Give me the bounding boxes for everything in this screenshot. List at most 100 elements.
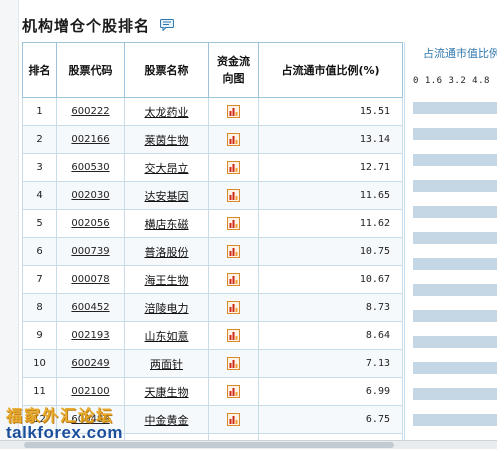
header-flow-chart[interactable]: 资金流 向图 xyxy=(208,42,259,98)
stock-code-cell: 002193 xyxy=(56,321,125,350)
stock-code-link[interactable]: 002193 xyxy=(71,330,109,341)
rank-cell: 7 xyxy=(22,265,57,294)
stock-code-link[interactable]: 002056 xyxy=(71,218,109,229)
stock-name-cell: 太龙药业 xyxy=(124,97,209,126)
mini-bar-chart-icon[interactable] xyxy=(227,189,240,202)
stock-code-link[interactable]: 600530 xyxy=(71,162,109,173)
mini-bar-chart-icon[interactable] xyxy=(227,217,240,230)
mini-bar-chart-icon[interactable] xyxy=(227,273,240,286)
mini-bar-chart-icon[interactable] xyxy=(227,385,240,398)
ratio-cell: 15.51 xyxy=(258,97,403,126)
stock-code-link[interactable]: 002100 xyxy=(71,386,109,397)
header-rank[interactable]: 排名 xyxy=(22,42,57,98)
side-chart-bar xyxy=(413,414,497,426)
stock-code-cell: 000078 xyxy=(56,265,125,294)
stock-code-link[interactable]: 000739 xyxy=(71,246,109,257)
rank-cell: 12 xyxy=(22,405,57,434)
table-row: 8 600452 涪陵电力 8.73 xyxy=(22,293,403,322)
side-chart-bar xyxy=(413,206,497,218)
table-row: 5 002056 横店东磁 11.62 xyxy=(22,209,403,238)
flow-chart-cell xyxy=(208,181,259,210)
mini-bar-chart-icon[interactable] xyxy=(227,357,240,370)
side-chart-scale: 0 1.6 3.2 4.8 xyxy=(413,76,490,86)
stock-code-cell: 600222 xyxy=(56,97,125,126)
header-flow-line1: 资金流 xyxy=(217,55,250,68)
stock-name-link[interactable]: 天康生物 xyxy=(145,386,189,399)
stock-name-link[interactable]: 莱茵生物 xyxy=(145,134,189,147)
stock-name-link[interactable]: 太龙药业 xyxy=(145,106,189,119)
horizontal-scrollbar[interactable] xyxy=(0,440,497,449)
side-chart-bar xyxy=(413,362,497,374)
stock-name-link[interactable]: 海王生物 xyxy=(145,274,189,287)
mini-bar-chart-icon[interactable] xyxy=(227,133,240,146)
ratio-cell: 10.67 xyxy=(258,265,403,294)
stock-code-cell: 002030 xyxy=(56,181,125,210)
table-row: 11 002100 天康生物 6.99 xyxy=(22,377,403,406)
header-flow-line2: 向图 xyxy=(222,72,245,85)
flow-chart-cell xyxy=(208,265,259,294)
stock-name-link[interactable]: 涪陵电力 xyxy=(145,302,189,315)
side-chart-bar xyxy=(413,336,497,348)
stock-name-link[interactable]: 山东如意 xyxy=(145,330,189,343)
rank-cell: 2 xyxy=(22,125,57,154)
ratio-cell: 6.99 xyxy=(258,377,403,406)
ratio-cell: 13.14 xyxy=(258,125,403,154)
stock-code-cell: 600249 xyxy=(56,349,125,378)
rank-cell: 6 xyxy=(22,237,57,266)
side-chart-bar xyxy=(413,258,497,270)
table-row: 2 002166 莱茵生物 13.14 xyxy=(22,125,403,154)
flow-chart-cell xyxy=(208,293,259,322)
mini-bar-chart-icon[interactable] xyxy=(227,161,240,174)
stock-name-link[interactable]: 交大昂立 xyxy=(145,162,189,175)
stock-name-cell: 普洛股份 xyxy=(124,237,209,266)
stock-name-link[interactable]: 中金黄金 xyxy=(145,414,189,427)
stock-name-cell: 两面针 xyxy=(124,349,209,378)
ratio-cell: 11.62 xyxy=(258,209,403,238)
rank-cell: 9 xyxy=(22,321,57,350)
mini-bar-chart-icon[interactable] xyxy=(227,105,240,118)
page: 机构增仓个股排名 排名 股票代码 股票名称 资金流 向图 占流通市值比例(%) … xyxy=(0,0,497,449)
ranking-table: 排名 股票代码 股票名称 资金流 向图 占流通市值比例(%) 1 600222 太龙… xyxy=(22,42,403,449)
stock-code-link[interactable]: 600489 xyxy=(71,414,109,425)
comment-icon[interactable] xyxy=(160,19,175,31)
stock-name-link[interactable]: 两面针 xyxy=(150,358,183,371)
ratio-cell: 11.65 xyxy=(258,181,403,210)
mini-bar-chart-icon[interactable] xyxy=(227,245,240,258)
flow-chart-cell xyxy=(208,349,259,378)
scrollbar-thumb[interactable] xyxy=(24,442,394,448)
mini-bar-chart-icon[interactable] xyxy=(227,329,240,342)
table-row: 4 002030 达安基因 11.65 xyxy=(22,181,403,210)
ratio-cell: 8.64 xyxy=(258,321,403,350)
table-row: 1 600222 太龙药业 15.51 xyxy=(22,97,403,126)
header-name[interactable]: 股票名称 xyxy=(124,42,209,98)
mini-bar-chart-icon[interactable] xyxy=(227,301,240,314)
stock-name-cell: 山东如意 xyxy=(124,321,209,350)
stock-name-link[interactable]: 普洛股份 xyxy=(145,246,189,259)
stock-code-link[interactable]: 600452 xyxy=(71,302,109,313)
stock-code-cell: 002056 xyxy=(56,209,125,238)
table-body: 1 600222 太龙药业 15.51 2 002166 莱茵生物 13.14 3 600530 交… xyxy=(22,97,403,449)
flow-chart-cell xyxy=(208,97,259,126)
side-chart-bar xyxy=(413,128,497,140)
stock-code-link[interactable]: 000078 xyxy=(71,274,109,285)
table-row: 7 000078 海王生物 10.67 xyxy=(22,265,403,294)
rank-cell: 1 xyxy=(22,97,57,126)
rank-cell: 5 xyxy=(22,209,57,238)
stock-name-link[interactable]: 横店东磁 xyxy=(145,218,189,231)
header-code[interactable]: 股票代码 xyxy=(56,42,125,98)
stock-code-link[interactable]: 002166 xyxy=(71,134,109,145)
ratio-cell: 10.75 xyxy=(258,237,403,266)
stock-name-cell: 海王生物 xyxy=(124,265,209,294)
stock-code-link[interactable]: 600249 xyxy=(71,358,109,369)
flow-chart-cell xyxy=(208,405,259,434)
stock-code-cell: 600452 xyxy=(56,293,125,322)
side-chart-title: 占流通市值比例 xyxy=(423,47,497,60)
flow-chart-cell xyxy=(208,125,259,154)
stock-code-link[interactable]: 600222 xyxy=(71,106,109,117)
rank-cell: 10 xyxy=(22,349,57,378)
stock-code-cell: 002166 xyxy=(56,125,125,154)
stock-name-link[interactable]: 达安基因 xyxy=(145,190,189,203)
stock-code-link[interactable]: 002030 xyxy=(71,190,109,201)
mini-bar-chart-icon[interactable] xyxy=(227,413,240,426)
header-ratio[interactable]: 占流通市值比例(%) xyxy=(258,42,403,98)
